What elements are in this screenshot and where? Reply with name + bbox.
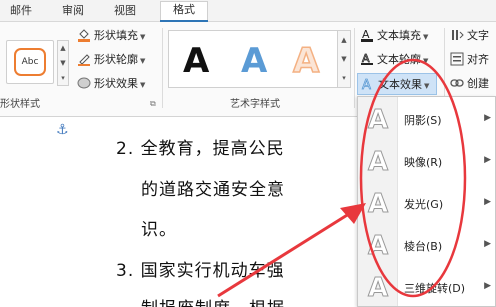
shape-outline-button[interactable]: 形状轮廓 ▼ (77, 51, 145, 69)
shape-effects-icon (77, 76, 91, 90)
shape-fill-label: 形状填充 (94, 29, 138, 42)
text-effects-button[interactable]: A 文本效果 ▼ (357, 73, 437, 95)
pencil-outline-icon (77, 52, 91, 66)
menu-item-bevel[interactable]: A 棱台(B) ▶ (358, 225, 496, 267)
chevron-down-icon: ▼ (423, 57, 429, 65)
document-line: 的道路交通安全意 (141, 180, 285, 200)
shape-styles-group-label: 形状样式 (0, 99, 40, 110)
text-fill-button[interactable]: A 文本填充 ▼ (360, 27, 428, 45)
menu-item-label: 三维旋转(D) (404, 282, 466, 295)
align-text-icon (450, 52, 464, 66)
chevron-down-icon: ▼ (140, 81, 146, 89)
text-fill-label: 文本填充 (377, 29, 421, 42)
shape-style-gallery-scroll[interactable]: ▲ ▼ ▾ (57, 40, 69, 86)
scroll-down-icon[interactable]: ▼ (58, 56, 68, 71)
text-outline-icon: A (360, 52, 374, 66)
reflection-effect-icon: A (367, 147, 389, 178)
text-effects-label: 文本效果 (378, 78, 422, 91)
3d-rotation-effect-icon: A (367, 273, 389, 304)
text-outline-button[interactable]: A 文本轮廓 ▼ (360, 51, 428, 69)
glow-effect-icon: A (367, 189, 389, 220)
tab-view[interactable]: 视图 (114, 3, 136, 21)
shape-outline-label: 形状轮廓 (94, 53, 138, 66)
wordart-style-blue[interactable]: A (241, 41, 267, 81)
text-direction-button[interactable]: 文字 (450, 27, 489, 45)
shape-effects-label: 形状效果 (94, 77, 138, 90)
svg-text:A: A (362, 78, 371, 91)
tab-mail[interactable]: 邮件 (10, 3, 32, 21)
bevel-effect-icon: A (367, 231, 389, 262)
scroll-down-icon[interactable]: ▼ (338, 50, 350, 69)
document-line: 3. 国家实行机动车强 (116, 261, 285, 281)
chevron-right-icon: ▶ (484, 197, 491, 207)
gallery-more-icon[interactable]: ▾ (338, 69, 350, 88)
document-line: 识。 (141, 220, 177, 240)
chevron-down-icon: ▼ (423, 33, 429, 41)
gallery-more-icon[interactable]: ▾ (58, 71, 68, 86)
document-line: 制报废制度，根据 (141, 294, 285, 307)
shadow-effect-icon: A (367, 105, 389, 136)
menu-item-glow[interactable]: A 发光(G) ▶ (358, 183, 496, 225)
link-icon (450, 76, 464, 90)
chevron-down-icon: ▼ (424, 82, 430, 90)
menu-item-shadow[interactable]: A 阴影(S) ▶ (358, 99, 496, 141)
align-text-label: 对齐 (467, 53, 489, 66)
chevron-down-icon: ▼ (140, 33, 146, 41)
anchor-icon[interactable]: ⚓ (56, 122, 69, 138)
shape-style-preview-text: Abc (14, 48, 46, 76)
create-link-label: 创建 (467, 77, 489, 90)
chevron-down-icon: ▼ (140, 57, 146, 65)
align-text-button[interactable]: 对齐 (450, 51, 489, 69)
chevron-right-icon: ▶ (484, 113, 491, 123)
wordart-style-orange[interactable]: A (292, 40, 320, 82)
text-effects-menu: A 阴影(S) ▶ A 映像(R) ▶ A 发光(G) ▶ A 棱台(B) ▶ … (357, 96, 496, 307)
scroll-up-icon[interactable]: ▲ (338, 31, 350, 50)
menu-item-label: 发光(G) (404, 198, 444, 211)
wordart-style-black[interactable]: A (183, 41, 209, 81)
wordart-gallery-scroll[interactable]: ▲ ▼ ▾ (337, 30, 351, 88)
chevron-right-icon: ▶ (484, 281, 491, 291)
text-fill-icon: A (360, 28, 374, 42)
group-divider (354, 28, 355, 108)
menu-item-label: 映像(R) (404, 156, 443, 169)
text-effects-icon: A (361, 77, 375, 94)
text-outline-label: 文本轮廓 (377, 53, 421, 66)
wordart-gallery: A A A (168, 30, 351, 88)
shape-style-preview[interactable]: Abc (6, 40, 54, 84)
shape-effects-button[interactable]: 形状效果 ▼ (77, 75, 145, 93)
tab-review[interactable]: 审阅 (62, 3, 84, 21)
document-line: 2. 全教育，提高公民 (116, 139, 285, 159)
wordart-styles-group-label: 艺术字样式 (230, 99, 280, 110)
menu-item-label: 阴影(S) (404, 114, 442, 127)
menu-item-label: 棱台(B) (404, 240, 443, 253)
text-direction-icon (450, 28, 464, 42)
text-direction-label: 文字 (467, 29, 489, 42)
scroll-up-icon[interactable]: ▲ (58, 41, 68, 56)
menu-item-3d-rotation[interactable]: A 三维旋转(D) ▶ (358, 267, 496, 307)
dialog-launcher-icon[interactable]: ⧉ (150, 99, 156, 109)
create-link-button[interactable]: 创建 (450, 75, 489, 93)
shape-fill-button[interactable]: 形状填充 ▼ (77, 27, 145, 45)
paint-bucket-icon (77, 28, 91, 42)
chevron-right-icon: ▶ (484, 239, 491, 249)
ribbon-tab-bar: 邮件 审阅 视图 格式 (0, 0, 496, 23)
menu-item-reflection[interactable]: A 映像(R) ▶ (358, 141, 496, 183)
group-divider (162, 28, 163, 108)
chevron-right-icon: ▶ (484, 155, 491, 165)
